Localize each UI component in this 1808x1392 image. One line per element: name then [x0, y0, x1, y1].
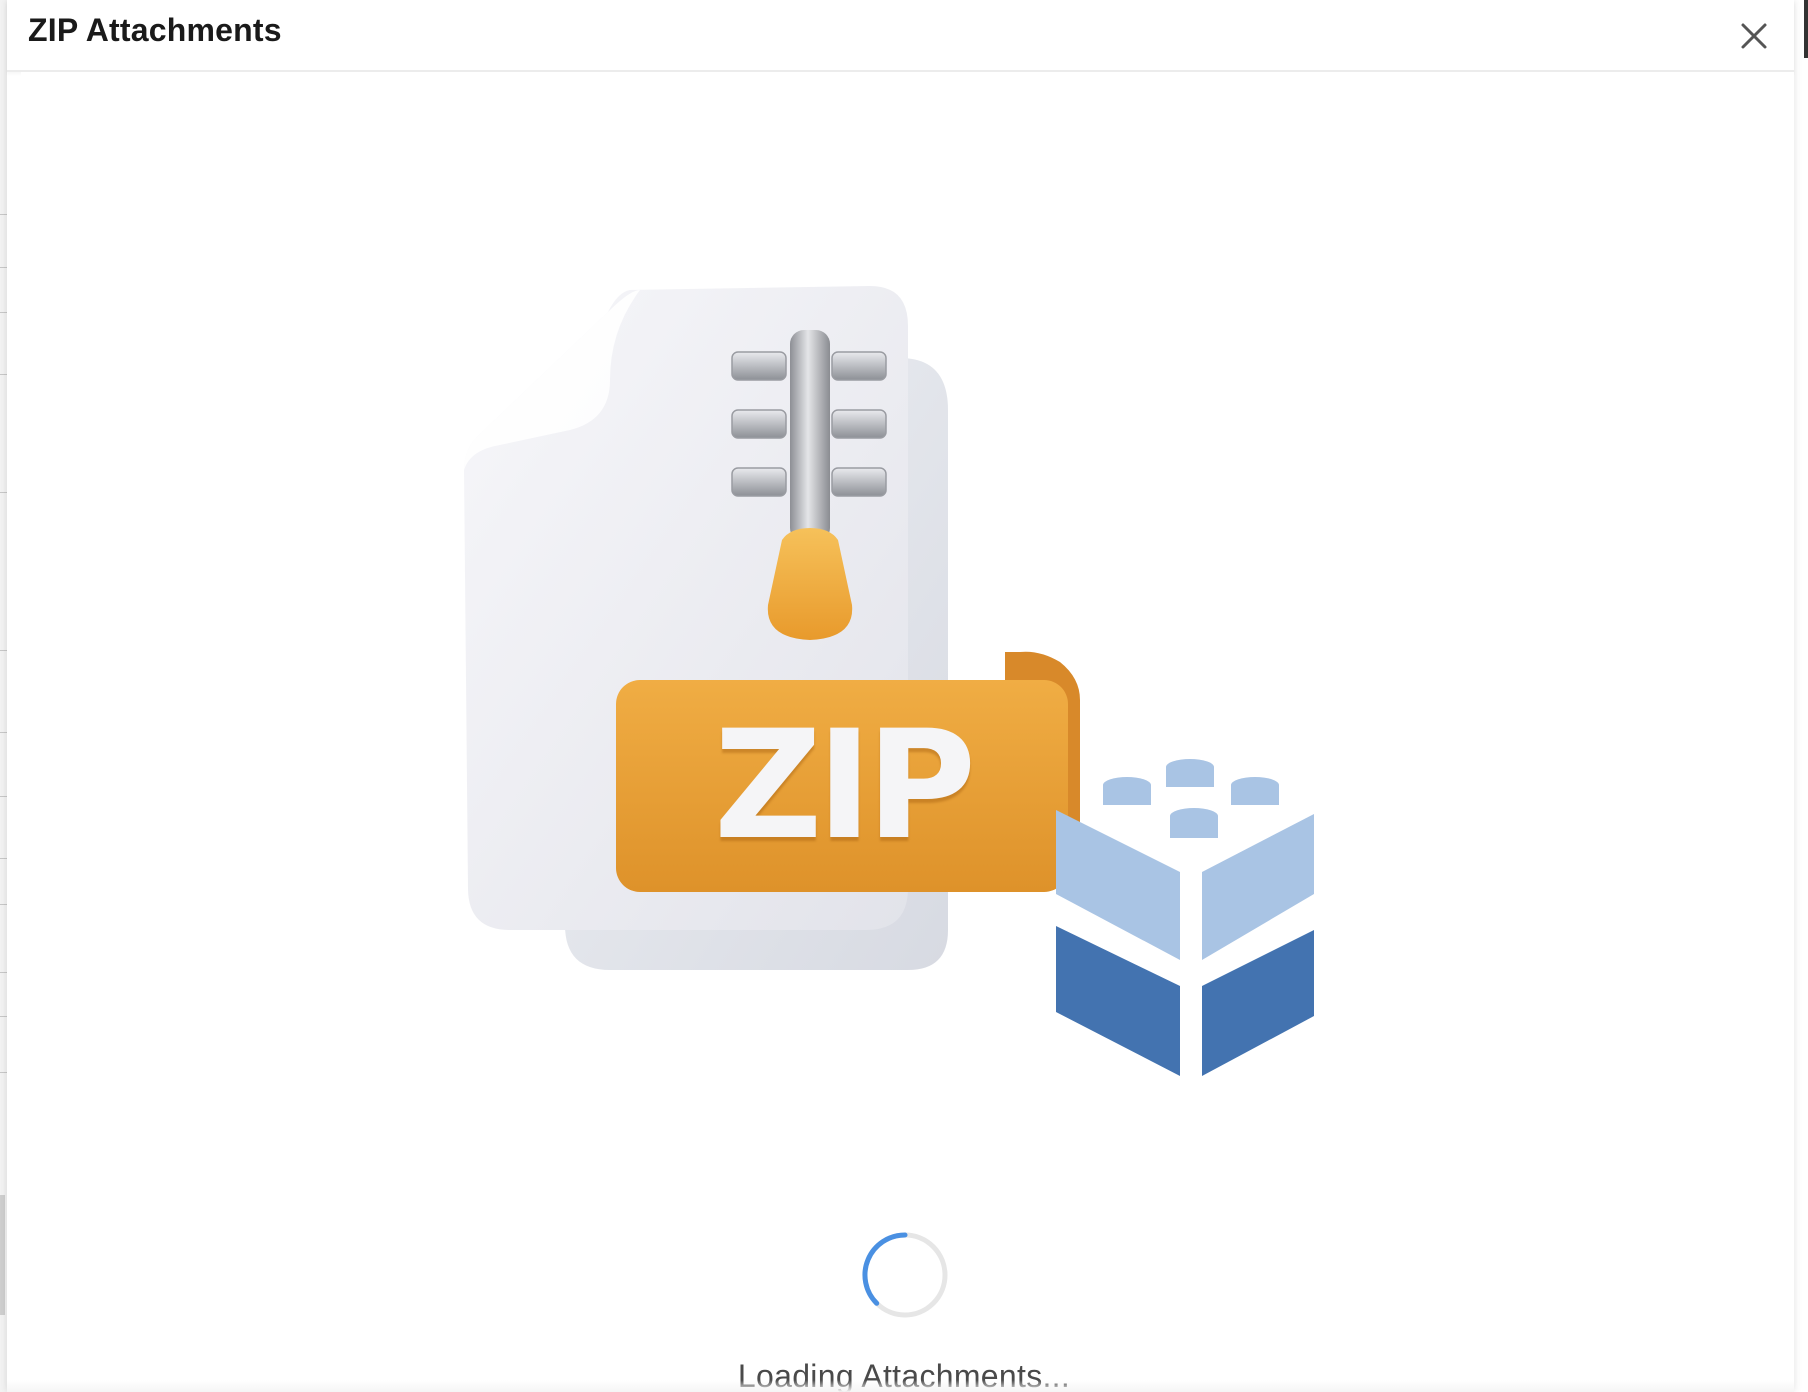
background-block [0, 1195, 5, 1315]
loading-spinner-icon [862, 1232, 948, 1318]
background-divider [0, 267, 7, 268]
background-right-edge [1793, 0, 1808, 1392]
background-divider [0, 732, 7, 733]
zip-illustration: ZIP [460, 270, 1340, 1100]
background-divider [0, 796, 7, 797]
background-divider [0, 1072, 7, 1073]
background-scroll-mark [1804, 0, 1808, 58]
close-icon[interactable] [1734, 16, 1774, 56]
background-divider [0, 972, 7, 973]
background-divider [0, 374, 7, 375]
background-divider [0, 650, 7, 651]
dialog-header: ZIP Attachments [7, 0, 1794, 72]
page: ZIP Attachments ZIP Loading Attachments.… [0, 0, 1808, 1392]
background-divider [0, 904, 7, 905]
close-button[interactable] [1734, 16, 1774, 56]
background-divider [0, 312, 7, 313]
background-divider [0, 214, 7, 215]
dialog-bottom-edge [7, 1380, 1794, 1392]
dialog-title: ZIP Attachments [28, 12, 282, 48]
zip-badge-label: ZIP [713, 699, 977, 873]
building-block-icon [1056, 759, 1314, 1076]
background-divider [0, 858, 7, 859]
background-divider [0, 1016, 7, 1017]
background-divider [0, 492, 7, 493]
loading-spinner [862, 1232, 948, 1318]
